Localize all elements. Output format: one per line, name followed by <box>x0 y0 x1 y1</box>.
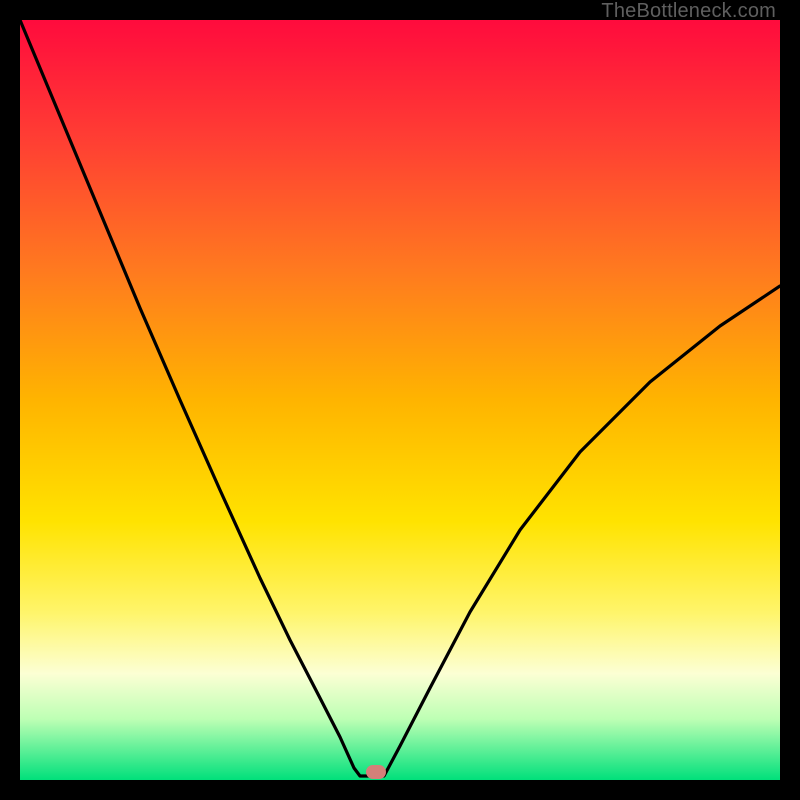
plot-area <box>20 20 780 780</box>
chart-frame: TheBottleneck.com <box>0 0 800 800</box>
bottleneck-curve <box>20 20 780 780</box>
curve-path <box>20 20 780 776</box>
optimum-marker <box>366 765 386 779</box>
